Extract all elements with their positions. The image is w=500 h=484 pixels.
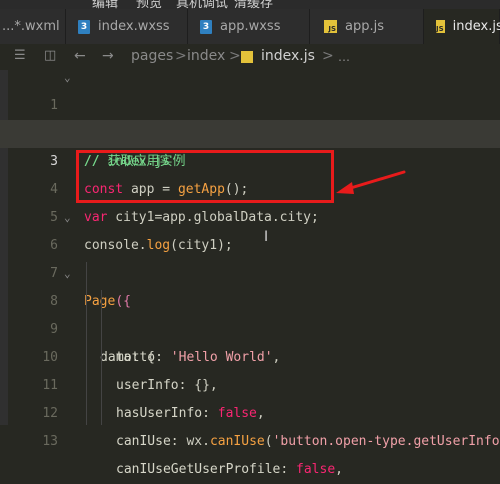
split-editor-icon[interactable]: ◫ (44, 48, 56, 63)
indent-guide (86, 262, 87, 425)
tab-label: app.js (345, 19, 384, 34)
text-cursor-icon: I (264, 229, 269, 245)
menu-item-remote-debug[interactable]: 真机调试 (176, 0, 228, 9)
code-text: canIUseGetUserProfile: false, (116, 462, 343, 477)
code-line[interactable]: 6 ⌄ Page({ (0, 204, 500, 309)
fold-chevron-icon[interactable]: ⌄ (64, 64, 71, 92)
js-icon: JS (436, 20, 445, 33)
breadcrumb-symbol-icon[interactable]: … (338, 50, 350, 64)
tab-label: index.wxss (98, 19, 170, 34)
tab-label: app.wxss (220, 19, 281, 34)
forward-arrow-icon[interactable]: → (102, 48, 114, 64)
tab-index-wxss[interactable]: 3 index.wxss (66, 9, 188, 44)
breadcrumb-pages[interactable]: pages (131, 48, 173, 64)
code-line[interactable]: 8 ⌄ data: { (0, 260, 500, 365)
menu-item-clear-cache[interactable]: 清缓存 (234, 0, 273, 9)
annotation-arrow-icon (336, 170, 406, 194)
breadcrumb-separator: > (175, 48, 187, 64)
tab-wxml[interactable]: ...*.wxml (0, 9, 66, 44)
indent-guide (101, 290, 102, 425)
fold-chevron-icon[interactable]: ⌄ (64, 204, 71, 232)
line-number: 13 (42, 434, 58, 449)
breadcrumb-file[interactable]: index.js (261, 48, 315, 64)
tab-app-wxss[interactable]: 3 app.wxss (188, 9, 310, 44)
menu-item-preview[interactable]: 预览 (136, 0, 162, 9)
code-line[interactable]: 12 canIUse: wx.canIUse('button.open-type… (0, 372, 500, 449)
code-line[interactable]: 1 ⌄ // index.js (0, 64, 500, 169)
fold-chevron-icon[interactable]: ⌄ (64, 260, 71, 288)
editor-tab-bar: ...*.wxml 3 index.wxss 3 app.wxss JS app… (0, 9, 500, 44)
js-icon (241, 51, 253, 63)
code-line[interactable]: 13 canIUseGetUserProfile: false, (0, 400, 500, 477)
breadcrumb-separator: > (322, 48, 334, 64)
tab-label: ...*.wxml (2, 19, 60, 34)
tab-index-js[interactable]: JS index.js (424, 9, 500, 44)
toggle-sidebar-icon[interactable]: ☰ (14, 48, 26, 63)
tab-label: index.js (452, 19, 500, 34)
code-line[interactable]: 2 // 获取应用实例 (0, 92, 500, 169)
code-text: canIUse: wx.canIUse('button.open-type.ge… (116, 434, 500, 449)
menu-item-edit[interactable]: 编辑 (92, 0, 118, 9)
code-line[interactable]: 11 hasUserInfo: false, (0, 344, 500, 421)
code-line[interactable]: 9 motto: 'Hello World', (0, 288, 500, 365)
code-line-current[interactable]: 3 const app = getApp(); (0, 120, 500, 197)
breadcrumb-index[interactable]: index (187, 48, 225, 64)
code-line[interactable]: 10 userInfo: {}, (0, 316, 500, 393)
tab-app-js[interactable]: JS app.js (310, 9, 424, 44)
back-arrow-icon[interactable]: ← (74, 48, 86, 64)
css-icon: 3 (200, 19, 212, 34)
js-icon: JS (324, 20, 337, 33)
highlight-box (76, 150, 334, 203)
css-icon: 3 (78, 19, 90, 34)
code-line[interactable]: 7 (0, 232, 500, 281)
menu-bar: 编辑 预览 真机调试 清缓存 (0, 0, 500, 9)
breadcrumb-separator: > (229, 48, 241, 64)
